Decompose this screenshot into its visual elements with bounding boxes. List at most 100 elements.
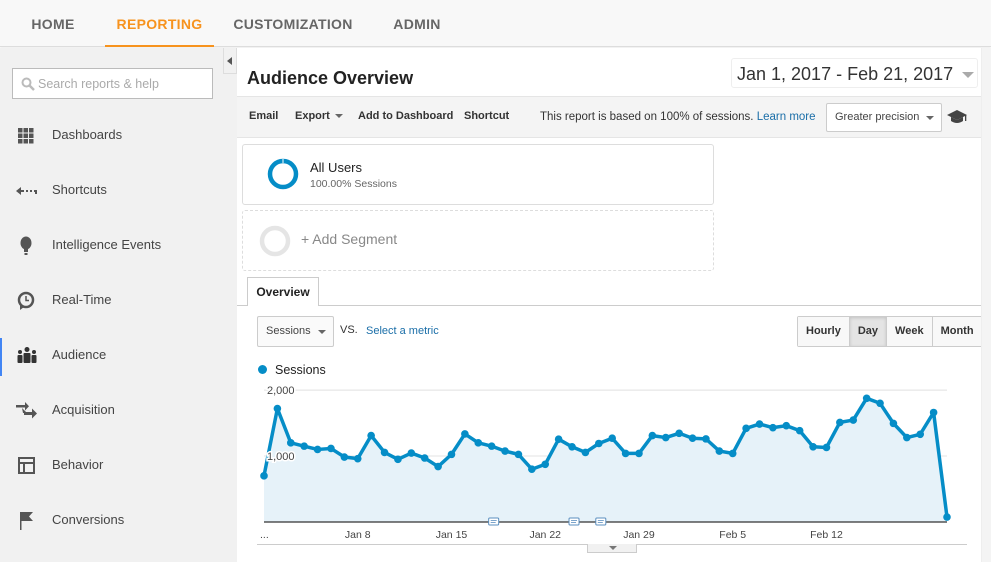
data-point [836, 418, 844, 427]
tab-reporting[interactable]: REPORTING [105, 0, 214, 47]
annotation-icon [595, 517, 607, 526]
main-content: Audience Overview Jan 1, 2017 - Feb 21, … [237, 48, 991, 562]
legend-dot-icon [258, 365, 267, 374]
sampling-note: This report is based on 100% of sessions… [540, 111, 816, 123]
data-point [916, 430, 925, 439]
data-point [715, 447, 724, 455]
data-point [407, 449, 416, 457]
add-segment-button[interactable]: + Add Segment [242, 210, 714, 271]
sidebar-item-intelligence-events[interactable]: Intelligence Events [0, 226, 237, 266]
graduation-cap-icon[interactable] [946, 108, 968, 126]
search-input[interactable] [38, 69, 208, 98]
data-point [782, 421, 791, 430]
data-point [327, 444, 335, 453]
data-point [474, 439, 483, 447]
data-point [809, 442, 817, 451]
data-point [434, 462, 442, 471]
tab-admin[interactable]: ADMIN [384, 0, 450, 47]
lightbulb-icon [20, 236, 32, 255]
sampling-note-text: This report is based on 100% of sessions… [540, 111, 754, 123]
add-to-dashboard-button[interactable]: Add to Dashboard [358, 110, 453, 122]
sidebar-item-real-time[interactable]: Real-Time [0, 281, 237, 321]
data-point [514, 450, 523, 459]
data-point [313, 445, 322, 454]
data-point [621, 449, 630, 458]
arrows-icon [16, 402, 37, 419]
date-range-picker[interactable]: Jan 1, 2017 - Feb 21, 2017 [731, 58, 978, 88]
sidebar: Dashboards Shortcuts Intelligence Events… [0, 48, 237, 562]
sidebar-item-conversions[interactable]: Conversions [0, 501, 237, 541]
sidebar-item-acquisition[interactable]: Acquisition [0, 391, 237, 431]
data-point [769, 423, 777, 432]
page-title: Audience Overview [247, 68, 414, 88]
data-point [273, 404, 282, 413]
y-tick-label: 2,000 [267, 385, 295, 397]
add-segment-label: + Add Segment [301, 231, 398, 247]
data-point [889, 419, 898, 428]
sidebar-item-label: Audience [52, 347, 107, 362]
week-button[interactable]: Week [887, 317, 933, 346]
email-button[interactable]: Email [249, 110, 278, 122]
hourly-button[interactable]: Hourly [798, 317, 850, 346]
data-point [541, 460, 550, 469]
data-point [420, 454, 429, 462]
select-metric-link[interactable]: Select a metric [366, 325, 439, 337]
data-point [876, 399, 884, 408]
segment-share: 100.00% Sessions [310, 178, 397, 190]
data-point [340, 453, 349, 461]
sidebar-item-label: Acquisition [52, 402, 115, 417]
data-point [862, 394, 871, 403]
x-tick-label: Feb 12 [810, 529, 843, 541]
metric-dropdown[interactable]: Sessions [257, 316, 334, 347]
precision-dropdown[interactable]: Greater precision [826, 103, 942, 132]
data-point [528, 465, 536, 474]
data-point [635, 449, 643, 458]
segment-ring-icon [267, 158, 299, 190]
y-tick-label: 1,000 [267, 451, 295, 463]
data-point [688, 434, 697, 443]
data-point [568, 442, 576, 451]
data-point [367, 431, 375, 440]
data-point [608, 434, 616, 443]
data-point [903, 433, 911, 442]
data-point [380, 448, 389, 457]
export-button[interactable]: Export [295, 110, 343, 122]
annotation-icon [568, 517, 580, 526]
learn-more-link[interactable]: Learn more [757, 111, 816, 123]
sidebar-item-label: Intelligence Events [52, 237, 162, 252]
month-button[interactable]: Month [932, 317, 982, 346]
search-box [12, 68, 213, 99]
flag-icon [20, 512, 33, 530]
data-point [648, 431, 657, 440]
sidebar-item-behavior[interactable]: Behavior [0, 446, 237, 486]
annotation-icon [488, 517, 500, 526]
tab-home[interactable]: HOME [20, 0, 86, 47]
tab-divider [237, 305, 991, 306]
data-point [675, 429, 683, 438]
data-point [943, 513, 951, 521]
page-scrollbar[interactable] [981, 48, 991, 562]
data-point [461, 430, 469, 438]
date-range-text: Jan 1, 2017 - Feb 21, 2017 [737, 64, 954, 84]
sidebar-item-shortcuts[interactable]: Shortcuts [0, 171, 237, 211]
top-navigation: HOME REPORTING CUSTOMIZATION ADMIN [0, 0, 991, 47]
empty-segment-ring-icon [259, 225, 291, 257]
x-tick-label: Jan 15 [436, 529, 468, 541]
sessions-area [264, 398, 947, 522]
data-point [260, 472, 268, 480]
tab-customization[interactable]: CUSTOMIZATION [230, 0, 356, 47]
collapse-sidebar-button[interactable] [223, 48, 237, 74]
tab-overview[interactable]: Overview [247, 277, 319, 306]
day-button[interactable]: Day [849, 317, 888, 346]
expand-chart-button[interactable] [587, 544, 637, 553]
data-point [581, 448, 590, 457]
sidebar-item-audience[interactable]: Audience [0, 336, 237, 376]
data-point [661, 433, 670, 442]
shortcut-button[interactable]: Shortcut [464, 110, 509, 122]
sidebar-item-dashboards[interactable]: Dashboards [0, 116, 237, 156]
data-point [501, 447, 509, 455]
segment-all-users[interactable]: All Users 100.00% Sessions [242, 144, 714, 205]
layout-icon [18, 457, 35, 474]
shortcut-arrow-icon [16, 187, 37, 195]
sessions-chart: 1,000 2,000... Jan 8 Jan 15 Jan 22 Jan 29 Feb … [260, 384, 951, 541]
